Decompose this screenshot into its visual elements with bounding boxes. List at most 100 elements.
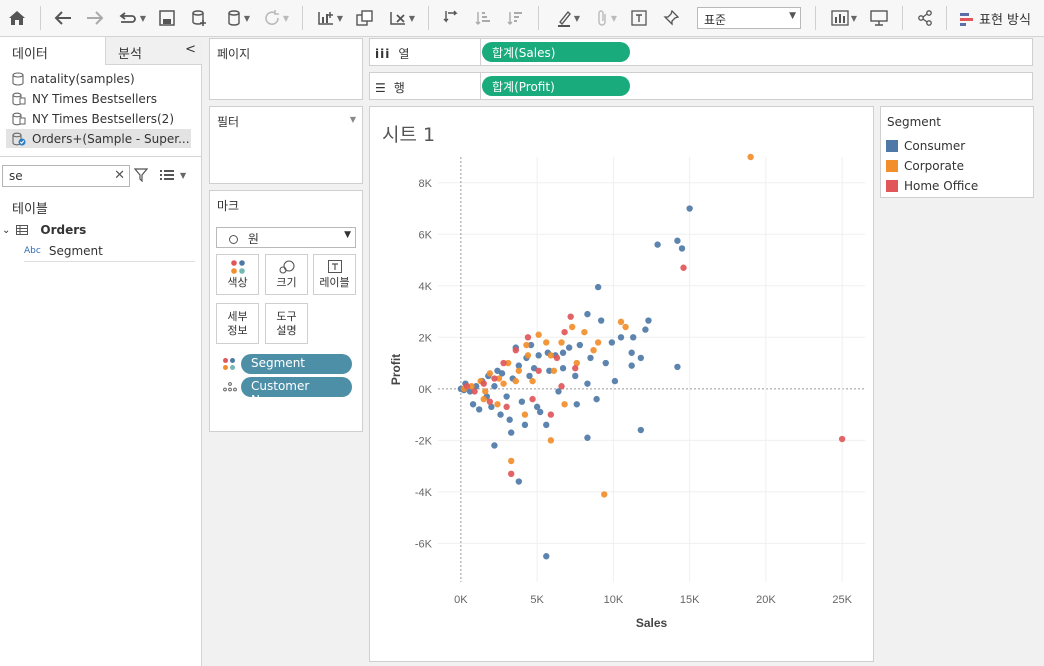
zoom-select[interactable]: 표준 ▼ — [697, 7, 801, 29]
data-point — [500, 359, 507, 367]
datasource-item[interactable]: NY Times Bestsellers(2) — [6, 109, 191, 128]
shelf-divider — [480, 39, 481, 65]
data-point — [480, 380, 487, 387]
data-point — [558, 383, 565, 390]
highlight-icon[interactable]: ▼ — [550, 7, 586, 29]
legend-item-home-office[interactable]: Home Office — [886, 179, 1032, 193]
share-icon[interactable] — [914, 7, 936, 29]
scatter-chart[interactable]: 8K 6K 4K 2K 0K -2K -4K -6K 0K 5K 10K 15K 20K 25K Sales… — [370, 107, 875, 663]
data-point — [597, 317, 605, 324]
view-options-icon[interactable]: ▼ — [160, 170, 186, 180]
data-point — [512, 377, 519, 385]
sales-pill[interactable]: 합계(Sales) — [482, 42, 630, 62]
data-point — [558, 339, 565, 346]
data-point — [654, 241, 661, 248]
chevron-down-icon[interactable]: ▼ — [350, 115, 356, 124]
sort-desc-icon[interactable] — [504, 7, 526, 29]
chevron-down-icon: ▼ — [789, 11, 796, 21]
legend-title: Segment — [887, 115, 941, 129]
clear-icon[interactable]: ▼ — [384, 7, 420, 29]
x-tick-label: 5K — [530, 594, 544, 606]
label-button[interactable]: 레이블 — [313, 254, 356, 295]
save-icon[interactable] — [156, 7, 178, 29]
datasource-item[interactable]: natality(samples) — [6, 69, 191, 88]
field-segment[interactable]: Abc Segment — [24, 240, 195, 262]
segment-pill[interactable]: Segment — [241, 354, 352, 374]
toolbar-separator — [40, 6, 41, 30]
data-point — [515, 478, 523, 485]
detail-button[interactable]: 세부 정보 — [216, 303, 259, 344]
y-tick-label: -2K — [415, 435, 433, 447]
y-tick-label: 4K — [419, 281, 433, 293]
rows-icon: ☰ — [375, 80, 386, 95]
data-point — [524, 352, 532, 359]
show-me-button[interactable]: 표현 방식 — [960, 9, 1031, 28]
datasource-item-selected[interactable]: Orders+(Sample - Super... — [6, 129, 191, 148]
zoom-value: 표준 — [704, 13, 727, 27]
label-label: 레이블 — [319, 275, 350, 289]
new-worksheet-icon[interactable]: ▼ — [312, 7, 348, 29]
home-icon[interactable] — [6, 7, 28, 29]
new-datasource-icon[interactable] — [188, 7, 210, 29]
paperclip-icon[interactable]: ▼ — [588, 7, 624, 29]
duplicate-icon[interactable] — [354, 7, 376, 29]
datasource-label: Orders+(Sample - Super... — [32, 131, 190, 146]
legend-item-corporate[interactable]: Corporate — [886, 159, 1032, 173]
data-point — [617, 318, 625, 326]
label-icon[interactable] — [628, 7, 650, 29]
datasource-label: NY Times Bestsellers — [32, 91, 157, 106]
redo-icon[interactable]: ▼ — [114, 7, 150, 29]
y-tick-label: 6K — [419, 229, 433, 241]
pages-title: 페이지 — [217, 47, 251, 61]
tooltip-label: 도구 설명 — [276, 310, 297, 337]
data-point — [500, 380, 507, 387]
data-point — [543, 339, 550, 346]
collapse-icon[interactable]: < — [185, 42, 196, 57]
show-me-label: 표현 방식 — [979, 13, 1031, 28]
datasource-icon[interactable]: ▼ — [220, 7, 256, 29]
x-tick-label: 25K — [832, 594, 852, 606]
mark-type-select[interactable]: 원 ▼ — [216, 227, 356, 248]
data-point — [529, 395, 536, 403]
marks-title: 마크 — [217, 199, 240, 213]
pages-card[interactable]: 페이지 — [209, 38, 363, 100]
legend-item-consumer[interactable]: Consumer — [886, 139, 1032, 153]
tab-analysis[interactable]: 분석 < — [105, 37, 202, 65]
swap-icon[interactable] — [440, 7, 462, 29]
forward-icon[interactable] — [84, 7, 106, 29]
customer-name-pill[interactable]: Customer Name — [241, 377, 352, 407]
label-icon — [327, 259, 342, 273]
pin-icon[interactable] — [660, 7, 682, 29]
data-point — [547, 352, 555, 359]
data-point — [523, 341, 530, 349]
rows-shelf[interactable]: ☰ 행 합계(Profit) — [369, 72, 1033, 100]
sort-asc-icon[interactable] — [472, 7, 494, 29]
data-point — [838, 435, 846, 443]
size-button[interactable]: 크기 — [265, 254, 308, 295]
filters-card[interactable]: 필터 ▼ — [209, 106, 363, 184]
data-point — [567, 313, 574, 320]
show-cards-icon[interactable]: ▼ — [826, 7, 862, 29]
x-tick-label: 0K — [454, 594, 468, 606]
datasource-item[interactable]: NY Times Bestsellers — [6, 89, 191, 108]
color-button[interactable]: 색상 — [216, 254, 259, 295]
legend-swatch — [886, 160, 898, 172]
close-icon[interactable]: ✕ — [114, 168, 125, 183]
data-point — [535, 352, 542, 359]
table-orders[interactable]: ⌄ Orders — [2, 223, 86, 237]
data-point — [463, 383, 471, 390]
back-icon[interactable] — [52, 7, 74, 29]
shelf-divider — [480, 73, 481, 99]
x-tick-label: 20K — [756, 594, 776, 606]
columns-shelf[interactable]: iii 열 합계(Sales) — [369, 38, 1033, 66]
refresh-icon[interactable]: ▼ — [258, 7, 294, 29]
data-point — [524, 334, 532, 341]
presentation-icon[interactable] — [868, 7, 890, 29]
filter-icon[interactable] — [133, 168, 149, 185]
tooltip-button[interactable]: 도구 설명 — [265, 303, 308, 344]
search-input[interactable]: se ✕ — [2, 165, 130, 187]
profit-pill[interactable]: 합계(Profit) — [482, 76, 630, 96]
x-axis-label: Sales — [636, 616, 668, 630]
tab-data[interactable]: 데이터 — [0, 37, 105, 65]
data-point — [584, 380, 591, 387]
